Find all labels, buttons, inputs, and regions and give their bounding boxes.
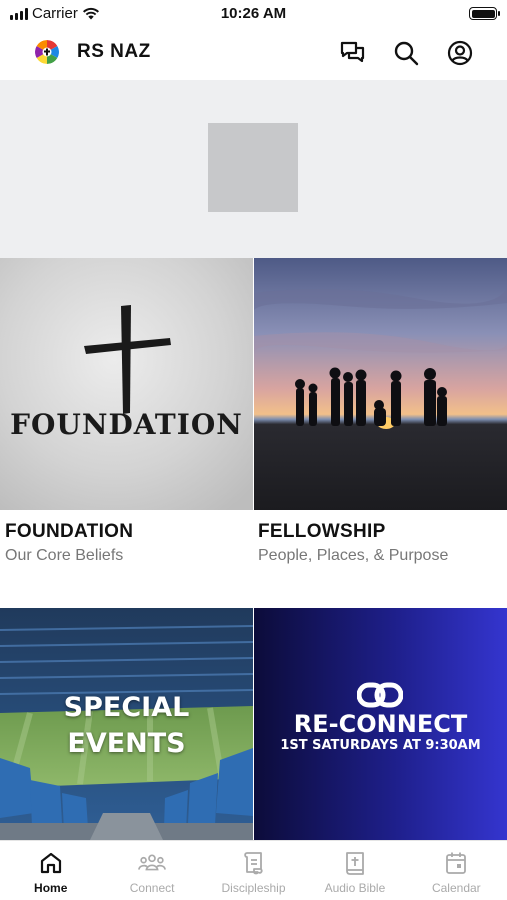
foundation-title: FOUNDATION bbox=[5, 521, 134, 542]
fellowship-subtitle: People, Places, & Purpose bbox=[258, 547, 449, 564]
special-events-line2: EVENTS bbox=[67, 728, 186, 759]
tab-discipleship[interactable]: Discipleship bbox=[203, 841, 304, 900]
bible-icon bbox=[341, 849, 369, 877]
tab-connect[interactable]: Connect bbox=[101, 841, 202, 900]
reconnect-tile[interactable]: RE-CONNECT 1ST SATURDAYS AT 9:30AM bbox=[254, 608, 507, 840]
reconnect-artwork-title: RE-CONNECT bbox=[293, 710, 468, 738]
church-logo bbox=[35, 40, 59, 64]
search-icon bbox=[394, 41, 419, 66]
tab-calendar-label: Calendar bbox=[431, 881, 481, 895]
foundation-tile-image[interactable]: FOUNDATION bbox=[0, 258, 253, 510]
status-bar: Carrier 10:26 AM bbox=[0, 0, 507, 28]
special-events-artwork-text: SPECIAL EVENTS bbox=[0, 690, 253, 762]
chat-icon bbox=[340, 41, 365, 63]
profile-button[interactable] bbox=[445, 38, 475, 68]
scroll-icon bbox=[240, 849, 268, 877]
tab-bar: Home Connect Discipleship Audio Bible Ca… bbox=[0, 840, 507, 900]
reconnect-artwork-subtitle: 1ST SATURDAYS AT 9:30AM bbox=[280, 738, 481, 753]
foundation-artwork bbox=[0, 258, 253, 510]
app-header: RS NAZ bbox=[0, 28, 507, 78]
fellowship-title: FELLOWSHIP bbox=[258, 521, 386, 542]
tab-home-label: Home bbox=[34, 881, 68, 895]
fellowship-caption[interactable]: FELLOWSHIP People, Places, & Purpose bbox=[258, 521, 448, 565]
tab-audio-bible-label: Audio Bible bbox=[324, 881, 386, 895]
status-time: 10:26 AM bbox=[220, 5, 287, 22]
app-title: RS NAZ bbox=[77, 41, 151, 62]
fellowship-artwork bbox=[254, 258, 507, 510]
link-icon bbox=[357, 682, 403, 708]
foundation-caption[interactable]: FOUNDATION Our Core Beliefs bbox=[5, 521, 133, 565]
foundation-artwork-text: FOUNDATION bbox=[10, 408, 243, 441]
tab-discipleship-label: Discipleship bbox=[221, 881, 286, 895]
tab-calendar[interactable]: Calendar bbox=[406, 841, 507, 900]
people-icon bbox=[138, 849, 167, 877]
image-placeholder bbox=[208, 123, 298, 212]
foundation-subtitle: Our Core Beliefs bbox=[5, 547, 124, 564]
tab-audio-bible[interactable]: Audio Bible bbox=[304, 841, 405, 900]
calendar-icon bbox=[442, 849, 470, 877]
special-events-tile[interactable]: SPECIAL EVENTS bbox=[0, 608, 253, 840]
hero-banner[interactable] bbox=[0, 80, 507, 258]
battery-icon bbox=[469, 7, 500, 20]
chat-button[interactable] bbox=[338, 38, 368, 68]
fellowship-tile-image[interactable] bbox=[254, 258, 507, 510]
home-icon bbox=[37, 849, 65, 877]
profile-icon bbox=[447, 40, 473, 66]
tab-connect-label: Connect bbox=[129, 881, 175, 895]
tab-home[interactable]: Home bbox=[0, 841, 101, 900]
special-events-line1: SPECIAL bbox=[63, 692, 190, 723]
search-button[interactable] bbox=[391, 38, 421, 68]
